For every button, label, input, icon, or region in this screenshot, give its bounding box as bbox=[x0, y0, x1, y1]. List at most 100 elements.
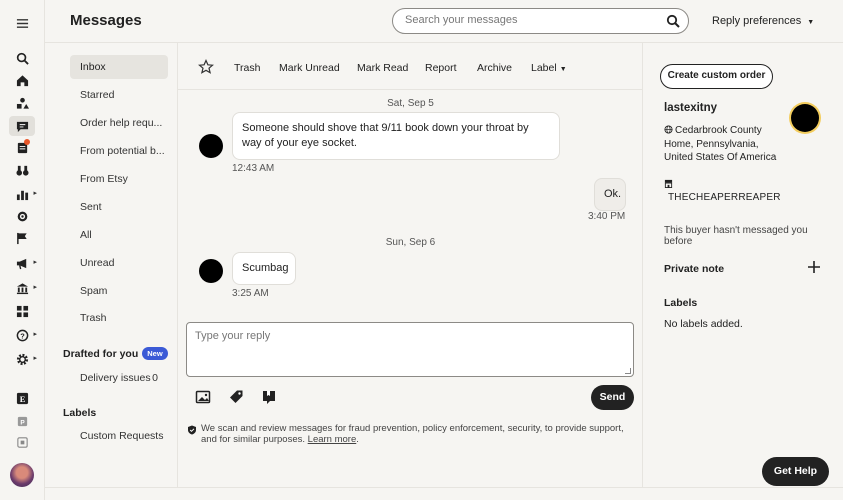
listings-icon[interactable] bbox=[11, 94, 33, 112]
sender-avatar bbox=[199, 259, 223, 283]
folder-starred[interactable]: Starred bbox=[70, 83, 168, 107]
finances-icon[interactable]: ▸ bbox=[11, 279, 37, 297]
conversation-pane: Trash Mark Unread Mark Read Report Archi… bbox=[178, 43, 643, 487]
etsy-logo-icon[interactable]: E bbox=[11, 389, 33, 407]
folder-delivery-issues[interactable]: Delivery issues 0 bbox=[70, 366, 168, 390]
chevron-down-icon: ▼ bbox=[559, 66, 567, 73]
drafted-title: Drafted for you bbox=[63, 348, 139, 360]
search-icon[interactable] bbox=[11, 49, 33, 67]
mark-read-button[interactable]: Mark Read bbox=[357, 62, 408, 74]
folder-delivery-issues-label: Delivery issues bbox=[80, 372, 151, 384]
svg-text:E: E bbox=[19, 394, 25, 403]
buyer-location: Cedarbrook County Home, Pennsylvania, Un… bbox=[664, 124, 779, 165]
private-note-heading: Private note bbox=[664, 263, 725, 275]
svg-text:P: P bbox=[20, 419, 25, 426]
label-dropdown[interactable]: Label ▼ bbox=[531, 62, 567, 74]
plus-icon[interactable] bbox=[807, 260, 821, 274]
buyer-shop-name[interactable]: THECHEAPERREAPER bbox=[668, 192, 781, 203]
buyer-name[interactable]: lastexitny bbox=[664, 102, 717, 114]
help-icon[interactable]: ? ▸ bbox=[11, 326, 37, 344]
menu-icon[interactable] bbox=[11, 14, 33, 32]
buyer-location-text: Cedarbrook County Home, Pennsylvania, Un… bbox=[664, 125, 777, 163]
apps-grid-icon[interactable] bbox=[11, 302, 33, 320]
buyer-details: Create custom order lastexitny Cedarbroo… bbox=[643, 43, 843, 487]
message-time: 12:43 AM bbox=[232, 163, 275, 174]
icon-rail: ▸ ▸ ▸ ? ▸ ▸ E P bbox=[0, 0, 45, 500]
chevron-right-icon: ▸ bbox=[33, 355, 37, 362]
resize-handle[interactable] bbox=[625, 368, 631, 374]
label-dropdown-text: Label bbox=[531, 62, 557, 74]
trash-button[interactable]: Trash bbox=[234, 62, 260, 74]
no-labels-text: No labels added. bbox=[664, 318, 743, 330]
bottom-bar bbox=[45, 487, 843, 500]
report-button[interactable]: Report bbox=[425, 62, 457, 74]
create-custom-order-button[interactable]: Create custom order bbox=[660, 64, 773, 89]
chevron-right-icon: ▸ bbox=[33, 190, 37, 197]
labels-heading: Labels bbox=[664, 297, 698, 309]
stats-icon[interactable]: ▸ bbox=[11, 185, 37, 203]
avatar[interactable] bbox=[10, 463, 34, 487]
reply-input[interactable] bbox=[195, 330, 625, 370]
learn-more-link[interactable]: Learn more bbox=[308, 434, 357, 445]
chevron-right-icon: ▸ bbox=[33, 284, 37, 291]
folder-trash[interactable]: Trash bbox=[70, 306, 168, 330]
chevron-right-icon: ▸ bbox=[33, 331, 37, 338]
archive-button[interactable]: Archive bbox=[477, 62, 512, 74]
channel-icon[interactable] bbox=[11, 433, 33, 451]
delivery-issues-count: 0 bbox=[152, 372, 158, 384]
tag-icon[interactable] bbox=[228, 389, 244, 405]
chevron-right-icon: ▸ bbox=[33, 259, 37, 266]
reply-preferences-menu[interactable]: Reply preferences ▼ bbox=[712, 15, 814, 27]
folder-all[interactable]: All bbox=[70, 223, 168, 247]
message-bubble-outgoing: Ok. bbox=[594, 178, 626, 211]
search-bar[interactable] bbox=[392, 8, 689, 34]
messages-icon[interactable] bbox=[9, 116, 35, 136]
search-input[interactable] bbox=[405, 14, 655, 26]
folder-sent[interactable]: Sent bbox=[70, 195, 168, 219]
date-separator: Sat, Sep 5 bbox=[387, 98, 434, 109]
message-bubble-incoming: Scumbag bbox=[232, 252, 296, 285]
marketing-icon[interactable]: ▸ bbox=[11, 254, 37, 272]
reply-preferences-label: Reply preferences bbox=[712, 15, 802, 27]
folder-custom-requests[interactable]: Custom Requests bbox=[70, 424, 168, 448]
home-icon[interactable] bbox=[11, 71, 33, 89]
folder-order-help[interactable]: Order help requ... bbox=[70, 111, 168, 135]
buyer-avatar[interactable] bbox=[791, 104, 819, 132]
message-toolbar: Trash Mark Unread Mark Read Report Archi… bbox=[178, 43, 643, 90]
orders-icon[interactable] bbox=[11, 138, 33, 156]
settings-icon[interactable]: ▸ bbox=[11, 350, 37, 368]
folder-unread[interactable]: Unread bbox=[70, 251, 168, 275]
folder-from-etsy[interactable]: From Etsy bbox=[70, 167, 168, 191]
quick-reply-icon[interactable] bbox=[261, 389, 277, 405]
get-help-button[interactable]: Get Help bbox=[762, 457, 829, 486]
flag-icon[interactable] bbox=[11, 229, 33, 247]
binoculars-icon[interactable] bbox=[11, 161, 33, 179]
message-bubble-incoming: Someone should shove that 9/11 book down… bbox=[232, 112, 560, 160]
page-title: Messages bbox=[70, 12, 142, 29]
star-icon[interactable] bbox=[198, 59, 214, 75]
message-thread[interactable]: Sat, Sep 5 Someone should shove that 9/1… bbox=[178, 90, 643, 315]
drafted-section-heading: Drafted for you New bbox=[63, 347, 168, 360]
privacy-notice-text: We scan and review messages for fraud pr… bbox=[201, 423, 624, 445]
privacy-notice: We scan and review messages for fraud pr… bbox=[201, 423, 624, 445]
image-icon[interactable] bbox=[195, 389, 211, 405]
buyer-history-note: This buyer hasn't messaged you before bbox=[664, 225, 808, 247]
folder-potential-buyers[interactable]: From potential b... bbox=[70, 139, 168, 163]
mark-unread-button[interactable]: Mark Unread bbox=[279, 62, 340, 74]
reply-box[interactable] bbox=[186, 322, 634, 377]
chevron-down-icon: ▼ bbox=[807, 19, 815, 26]
message-time: 3:40 PM bbox=[588, 211, 626, 222]
search-icon[interactable] bbox=[666, 14, 680, 28]
send-button[interactable]: Send bbox=[591, 385, 634, 410]
folder-spam[interactable]: Spam bbox=[70, 279, 168, 303]
svg-text:?: ? bbox=[20, 331, 25, 340]
message-time: 3:25 AM bbox=[232, 288, 269, 299]
folder-inbox[interactable]: Inbox bbox=[70, 55, 168, 79]
sender-avatar bbox=[199, 134, 223, 158]
shield-icon bbox=[188, 425, 196, 435]
labels-section-heading: Labels bbox=[63, 407, 97, 419]
integrations-icon[interactable] bbox=[11, 207, 33, 225]
shop-icon bbox=[664, 179, 673, 188]
pattern-icon[interactable]: P bbox=[11, 412, 33, 430]
folder-list: Inbox Starred Order help requ... From po… bbox=[45, 43, 178, 487]
